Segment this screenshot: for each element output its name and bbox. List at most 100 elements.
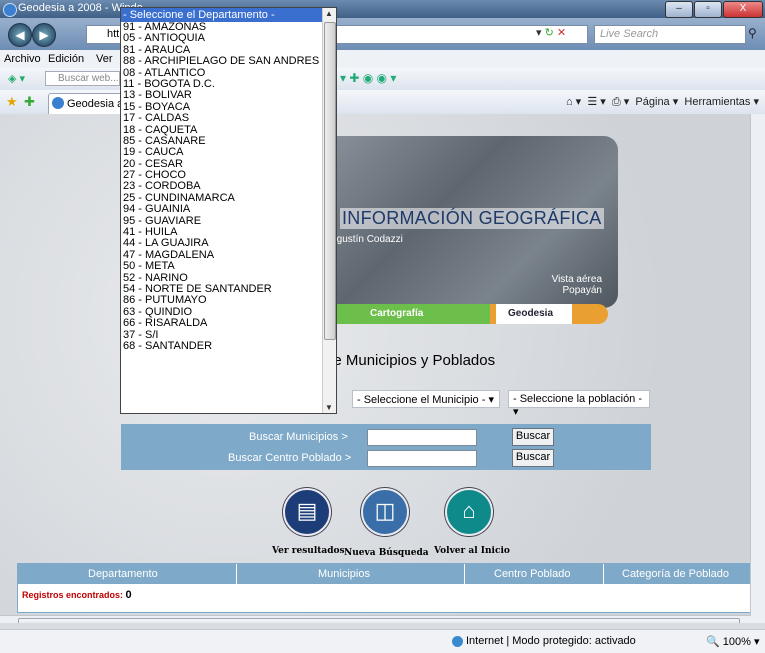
print-icon[interactable]: ⎙ ▾	[612, 96, 629, 108]
dropdown-option[interactable]: 85 - CASANARE	[121, 136, 322, 147]
dropdown-option[interactable]: 54 - NORTE DE SANTANDER	[121, 284, 322, 295]
dropdown-option[interactable]: 63 - QUINDIO	[121, 307, 322, 318]
tab-bar: ★ ✚ Geodesia a ⌂ ▾ ☰ ▾ ⎙ ▾ Página ▾ Herr…	[0, 90, 765, 115]
dropdown-option[interactable]: 19 - CAUCA	[121, 147, 322, 158]
command-bar: ⌂ ▾ ☰ ▾ ⎙ ▾ Página ▾ Herramientas ▾	[566, 95, 759, 109]
dropdown-option[interactable]: 18 - CAQUETA	[121, 125, 322, 136]
buscar-municipios-button[interactable]: Buscar	[512, 428, 554, 446]
minimize-button[interactable]: –	[665, 1, 693, 18]
dropdown-option[interactable]: 68 - SANTANDER	[121, 341, 322, 352]
maximize-button[interactable]: ▫	[694, 1, 722, 18]
ver-resultados-label[interactable]: Ver resultados	[272, 546, 345, 556]
dropdown-option[interactable]: 41 - HUILA	[121, 227, 322, 238]
poblacion-select[interactable]: - Seleccione la población - ▾	[508, 390, 650, 418]
ie-logo-icon	[3, 3, 17, 17]
dropdown-option[interactable]: 94 - GUAINIA	[121, 204, 322, 215]
menu-ver[interactable]: Ver	[96, 53, 113, 65]
dropdown-option[interactable]: 13 - BOLIVAR	[121, 90, 322, 101]
search-toolbar: ◈ ▾ Buscar web... ▾ ✚ ◉ ◉ ▾	[0, 68, 765, 91]
dropdown-scroll-thumb[interactable]	[324, 22, 336, 340]
toolbar-logo-icon: ◈ ▾	[8, 73, 26, 85]
dropdown-option[interactable]: 05 - ANTIOQUIA	[121, 33, 322, 44]
dropdown-option-list: 91 - AMAZONAS 05 - ANTIOQUIA 81 - ARAUCA 88…	[121, 22, 322, 352]
dropdown-option[interactable]: 91 - AMAZONAS	[121, 22, 322, 33]
search-icon[interactable]: ⚲	[748, 26, 757, 40]
forward-button[interactable]: ▶	[32, 23, 56, 47]
dropdown-option[interactable]: 23 - CORDOBA	[121, 181, 322, 192]
buscar-poblado-button[interactable]: Buscar	[512, 449, 554, 467]
dropdown-option[interactable]: 52 - NARIÑO	[121, 273, 322, 284]
page-title: de Municipios y Poblados	[325, 352, 496, 369]
banner-subtitle: Agustín Codazzi	[330, 234, 403, 245]
volver-inicio-icon[interactable]: ⌂	[445, 488, 493, 536]
dropdown-option[interactable]: 44 - LA GUAJIRA	[121, 238, 322, 249]
zoom-level[interactable]: 🔍 100% ▾	[706, 635, 759, 648]
banner-image: INFORMACIÓN GEOGRÁFICA Agustín Codazzi V…	[320, 136, 618, 308]
column-municipios: Municipios	[318, 568, 370, 580]
municipio-select[interactable]: - Seleccione el Municipio - ▾	[352, 390, 500, 408]
column-departamento: Departamento	[88, 568, 158, 580]
tab-geodesia-nav[interactable]: Geodesia	[496, 304, 608, 324]
menu-edicion[interactable]: Edición	[48, 53, 84, 65]
tab-cartografia[interactable]: Cartografía	[330, 304, 496, 324]
back-button[interactable]: ◀	[8, 23, 32, 47]
scroll-up-icon[interactable]: ▲	[325, 9, 333, 18]
dropdown-option[interactable]: 25 - CUNDINAMARCA	[121, 193, 322, 204]
dropdown-scrollbar[interactable]: ▲ ▼	[322, 8, 336, 413]
page-content: INFORMACIÓN GEOGRÁFICA Agustín Codazzi V…	[0, 114, 765, 623]
title-bar: Geodesia a 2008 - Windo – ▫ X	[0, 0, 765, 18]
address-actions[interactable]: ▾ ↻ ✕	[536, 26, 566, 39]
results-table: Departamento Municipios Centro Poblado C…	[17, 563, 752, 613]
live-search-input[interactable]: Live Search	[594, 25, 746, 44]
home-icon[interactable]: ⌂ ▾	[566, 96, 581, 108]
globe-icon	[452, 635, 463, 647]
nueva-busqueda-icon[interactable]: ◫	[361, 488, 409, 536]
tools-menu[interactable]: Herramientas ▾	[684, 96, 759, 108]
dropdown-option[interactable]: 95 - GUAVIARE	[121, 216, 322, 227]
column-categoria: Categoría de Poblado	[622, 568, 730, 580]
banner-caption: Vista aérea Popayán	[551, 274, 602, 296]
buscar-municipios-label: Buscar Municipios >	[249, 431, 348, 443]
scroll-thumb[interactable]	[18, 618, 740, 623]
dropdown-option[interactable]: 08 - ATLANTICO	[121, 68, 322, 79]
dropdown-option[interactable]: 47 - MAGDALENA	[121, 250, 322, 261]
status-text: Internet | Modo protegido: activado	[452, 635, 636, 647]
departamento-dropdown[interactable]: - Seleccione el Departamento - 91 - AMAZ…	[120, 7, 337, 414]
page-menu[interactable]: Página ▾	[635, 96, 678, 108]
close-button[interactable]: X	[723, 1, 763, 18]
dropdown-selected-option[interactable]: - Seleccione el Departamento -	[121, 8, 322, 22]
buscar-poblado-label: Buscar Centro Poblado >	[228, 452, 352, 464]
menu-archivo[interactable]: Archivo	[4, 53, 41, 65]
dropdown-option[interactable]: 11 - BOGOTA D.C.	[121, 79, 322, 90]
dropdown-option[interactable]: 88 - ARCHIPIELAGO DE SAN ANDRES Y P	[121, 56, 322, 67]
address-bar: ◀ ▶ http://m ▾ ↻ ✕ Live Search ⚲	[0, 18, 765, 50]
horizontal-scrollbar[interactable]	[0, 615, 751, 623]
dropdown-option[interactable]: 50 - META	[121, 261, 322, 272]
volver-inicio-label[interactable]: Volver al Inicio	[434, 546, 510, 556]
banner-title: INFORMACIÓN GEOGRÁFICA	[340, 208, 604, 229]
dropdown-option[interactable]: 20 - CESAR	[121, 159, 322, 170]
dropdown-option[interactable]: 15 - BOYACA	[121, 102, 322, 113]
nueva-busqueda-label[interactable]: Nueva Búsqueda	[344, 548, 429, 558]
municipios-search-input[interactable]	[367, 429, 477, 446]
registros-count: Registros encontrados: 0	[22, 589, 132, 601]
toolbar-icons[interactable]: ▾ ✚ ◉ ◉ ▾	[340, 71, 396, 85]
dropdown-option[interactable]: 27 - CHOCO	[121, 170, 322, 181]
ver-resultados-icon[interactable]: ▤	[283, 488, 331, 536]
toolbar-search-input[interactable]: Buscar web...	[45, 71, 120, 86]
scroll-down-icon[interactable]: ▼	[325, 403, 333, 412]
poblado-search-input[interactable]	[367, 450, 477, 467]
feeds-icon[interactable]: ☰ ▾	[587, 96, 605, 108]
dropdown-option[interactable]: 81 - ARAUCA	[121, 45, 322, 56]
dropdown-option[interactable]: 86 - PUTUMAYO	[121, 295, 322, 306]
results-header: Departamento Municipios Centro Poblado C…	[18, 564, 751, 584]
add-favorite-icon[interactable]: ✚	[24, 94, 35, 110]
menu-bar: Archivo Edición Ver	[0, 50, 765, 69]
dropdown-option[interactable]: 37 - S/I	[121, 330, 322, 341]
status-bar: Internet | Modo protegido: activado 🔍 10…	[0, 629, 765, 653]
favorites-star-icon[interactable]: ★	[6, 94, 18, 110]
dropdown-option[interactable]: 17 - CALDAS	[121, 113, 322, 124]
vertical-scrollbar[interactable]	[750, 114, 765, 623]
column-centro-poblado: Centro Poblado	[494, 568, 571, 580]
dropdown-option[interactable]: 66 - RISARALDA	[121, 318, 322, 329]
